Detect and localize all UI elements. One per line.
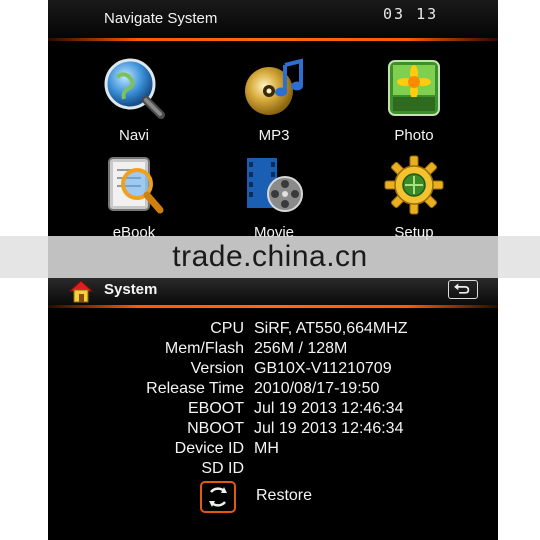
- info-value: 256M / 128M: [254, 340, 348, 357]
- info-value: GB10X-V11210709: [254, 360, 392, 377]
- info-value: MH: [254, 440, 279, 457]
- restore-label[interactable]: Restore: [256, 487, 312, 505]
- app-label-photo: Photo: [394, 127, 434, 144]
- header-divider: [48, 38, 498, 41]
- info-value: Jul 19 2013 12:46:34: [254, 420, 404, 437]
- info-key: SD ID: [201, 460, 244, 477]
- info-key: EBOOT: [187, 400, 244, 417]
- ebook-magnifier-icon: [108, 157, 164, 214]
- app-movie[interactable]: Movie: [218, 154, 328, 246]
- info-row-version: Version GB10X-V11210709: [48, 360, 498, 380]
- system-divider: [48, 305, 498, 308]
- restore-icon: [209, 487, 227, 507]
- app-setup[interactable]: Setup: [358, 154, 468, 246]
- app-ebook[interactable]: eBook: [78, 154, 188, 246]
- info-row-eboot: EBOOT Jul 19 2013 12:46:34: [48, 400, 498, 420]
- home-icon[interactable]: [68, 279, 94, 303]
- info-key: CPU: [210, 320, 244, 337]
- info-value: SiRF, AT550,664MHZ: [254, 320, 408, 337]
- app-mp3[interactable]: MP3: [218, 57, 328, 149]
- info-row-nboot: NBOOT Jul 19 2013 12:46:34: [48, 420, 498, 440]
- app-navi[interactable]: Navi: [78, 57, 188, 149]
- info-row-cpu: CPU SiRF, AT550,664MHZ: [48, 320, 498, 340]
- setup-gear-icon: [384, 155, 444, 215]
- app-label-navi: Navi: [118, 127, 149, 144]
- back-arrow-icon: [454, 283, 470, 294]
- app-photo[interactable]: Photo: [358, 57, 468, 149]
- mp3-disc-note-icon: [245, 58, 303, 115]
- app-label-mp3: MP3: [258, 127, 290, 144]
- info-row-release-time: Release Time 2010/08/17-19:50: [48, 380, 498, 400]
- back-button[interactable]: [448, 280, 478, 299]
- watermark: trade.china.cn: [172, 240, 368, 273]
- page-title: Navigate System: [104, 10, 218, 27]
- restore-button[interactable]: [200, 481, 236, 513]
- info-key: NBOOT: [187, 420, 244, 437]
- movie-film-reel-icon: [247, 158, 303, 212]
- clock: 03 13: [383, 5, 439, 23]
- photo-sunflower-icon: [388, 60, 440, 116]
- info-value: 2010/08/17-19:50: [254, 380, 380, 397]
- system-title: System: [104, 281, 158, 298]
- info-key: Version: [190, 360, 244, 377]
- info-row-mem-flash: Mem/Flash 256M / 128M: [48, 340, 498, 360]
- navi-globe-magnifier-icon: [104, 58, 165, 119]
- info-key: Mem/Flash: [164, 340, 244, 357]
- info-row-device-id: Device ID MH: [48, 440, 498, 460]
- info-row-sd-id: SD ID: [48, 460, 498, 480]
- info-key: Release Time: [146, 380, 244, 397]
- info-key: Device ID: [174, 440, 244, 457]
- info-value: Jul 19 2013 12:46:34: [254, 400, 404, 417]
